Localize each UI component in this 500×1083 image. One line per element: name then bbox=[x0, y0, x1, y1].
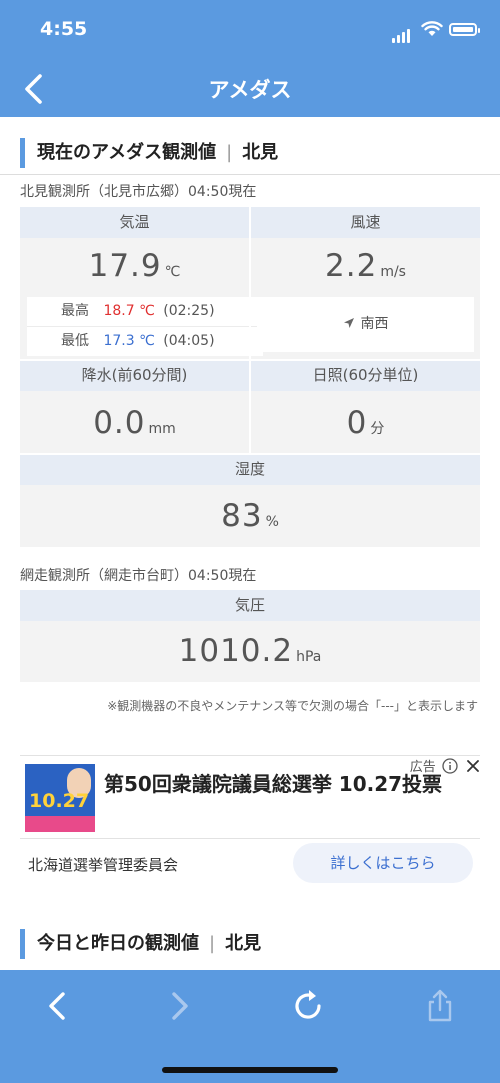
browser-forward-button[interactable] bbox=[159, 986, 199, 1026]
heading-separator: | bbox=[209, 933, 216, 954]
heading-separator: | bbox=[226, 142, 233, 163]
temperature-unit: ℃ bbox=[164, 264, 181, 280]
temperature-label: 気温 bbox=[20, 207, 249, 238]
wind-direction-text: 南西 bbox=[360, 316, 389, 332]
section-divider bbox=[0, 174, 500, 175]
max-value: 18.7 ℃ bbox=[103, 303, 155, 319]
precipitation-cell: 降水(前60分間) 0.0 mm bbox=[20, 360, 249, 455]
humidity-number: 83 bbox=[221, 498, 263, 534]
humidity-unit: % bbox=[265, 514, 279, 530]
ad-thumbnail[interactable]: 10.27 bbox=[25, 764, 95, 832]
row-divider bbox=[20, 453, 480, 455]
sunshine-unit: 分 bbox=[370, 421, 385, 437]
sunshine-cell: 日照(60分単位) 0分 bbox=[251, 360, 480, 455]
min-time: (04:05) bbox=[163, 333, 215, 349]
page-title: アメダス bbox=[208, 78, 292, 102]
precipitation-number: 0.0 bbox=[93, 405, 146, 441]
humidity-label: 湿度 bbox=[20, 454, 480, 485]
wind-number: 2.2 bbox=[325, 248, 378, 284]
observation-card-abashiri: 気圧 1010.2 hPa bbox=[20, 590, 480, 682]
reload-icon[interactable] bbox=[288, 986, 328, 1026]
wind-label: 風速 bbox=[251, 207, 480, 238]
wind-direction: 南西 bbox=[257, 297, 474, 352]
top-bar: 4:55 アメダス bbox=[0, 0, 500, 117]
sunshine-label: 日照(60分単位) bbox=[251, 360, 480, 391]
max-time: (02:25) bbox=[163, 303, 215, 319]
precipitation-unit: mm bbox=[148, 421, 176, 437]
share-icon[interactable] bbox=[420, 986, 460, 1026]
ad-thumbnail-band bbox=[25, 816, 95, 832]
temperature-max-row: 最高 18.7 ℃ (02:25) bbox=[27, 297, 263, 326]
pressure-unit: hPa bbox=[296, 649, 322, 665]
current-observations-heading: 現在のアメダス観測値 | 北見 bbox=[20, 138, 278, 168]
column-divider bbox=[249, 207, 251, 454]
min-label: 最低 bbox=[61, 333, 89, 349]
max-label: 最高 bbox=[61, 303, 89, 319]
wind-direction-arrow-icon bbox=[343, 318, 354, 328]
pressure-label: 気圧 bbox=[20, 590, 480, 621]
temperature-value: 17.9 ℃ bbox=[20, 248, 249, 284]
history-heading-area: 北見 bbox=[225, 933, 262, 954]
ad-advertiser: 北海道選挙管理委員会 bbox=[28, 856, 179, 874]
ad-headline[interactable]: 第50回衆議院議員総選挙 10.27投票 bbox=[104, 770, 474, 799]
wifi-icon bbox=[421, 21, 443, 36]
advertisement[interactable]: 広告 10.27 第50回衆議院議員総選挙 10.27投票 北海道選挙管理委員会… bbox=[20, 755, 480, 891]
heading-text: 現在のアメダス観測値 bbox=[37, 142, 217, 163]
status-time: 4:55 bbox=[40, 18, 88, 40]
ad-rule bbox=[20, 838, 480, 839]
browser-back-button[interactable] bbox=[38, 986, 78, 1026]
history-heading-text: 今日と昨日の観測値 bbox=[37, 933, 199, 954]
wind-unit: m/s bbox=[380, 264, 406, 280]
wind-value: 2.2 m/s bbox=[251, 248, 480, 284]
min-value: 17.3 ℃ bbox=[103, 333, 155, 349]
humidity-value: 83% bbox=[20, 498, 480, 534]
row-divider bbox=[20, 359, 480, 361]
sunshine-number: 0 bbox=[346, 405, 368, 441]
station-kitami-label: 北見観測所（北見市広郷）04:50現在 bbox=[20, 184, 257, 200]
heading-area: 北見 bbox=[242, 142, 279, 163]
temperature-min-row: 最低 17.3 ℃ (04:05) bbox=[27, 326, 263, 356]
pressure-number: 1010.2 bbox=[178, 633, 294, 669]
humidity-cell: 湿度 83% bbox=[20, 454, 480, 547]
status-bar: 4:55 bbox=[0, 0, 500, 60]
precipitation-label: 降水(前60分間) bbox=[20, 360, 249, 391]
precipitation-value: 0.0 mm bbox=[20, 405, 249, 441]
battery-icon bbox=[449, 23, 480, 36]
history-heading: 今日と昨日の観測値 | 北見 bbox=[20, 929, 261, 959]
ad-cta-button[interactable]: 詳しくはこちら bbox=[293, 843, 473, 883]
home-indicator bbox=[162, 1067, 338, 1073]
sunshine-value: 0分 bbox=[251, 405, 480, 441]
station-abashiri-label: 網走観測所（網走市台町）04:50現在 bbox=[20, 568, 257, 584]
nav-bar: アメダス bbox=[0, 60, 500, 117]
pressure-value: 1010.2 hPa bbox=[20, 633, 480, 669]
ad-thumbnail-date: 10.27 bbox=[29, 790, 90, 812]
cellular-signal-icon bbox=[392, 24, 412, 43]
temperature-number: 17.9 bbox=[88, 248, 162, 284]
temperature-min-max: 最高 18.7 ℃ (02:25) 最低 17.3 ℃ (04:05) bbox=[27, 297, 263, 356]
missing-data-note: ※観測機器の不良やメンテナンス等で欠測の場合「---」と表示します bbox=[107, 699, 478, 713]
